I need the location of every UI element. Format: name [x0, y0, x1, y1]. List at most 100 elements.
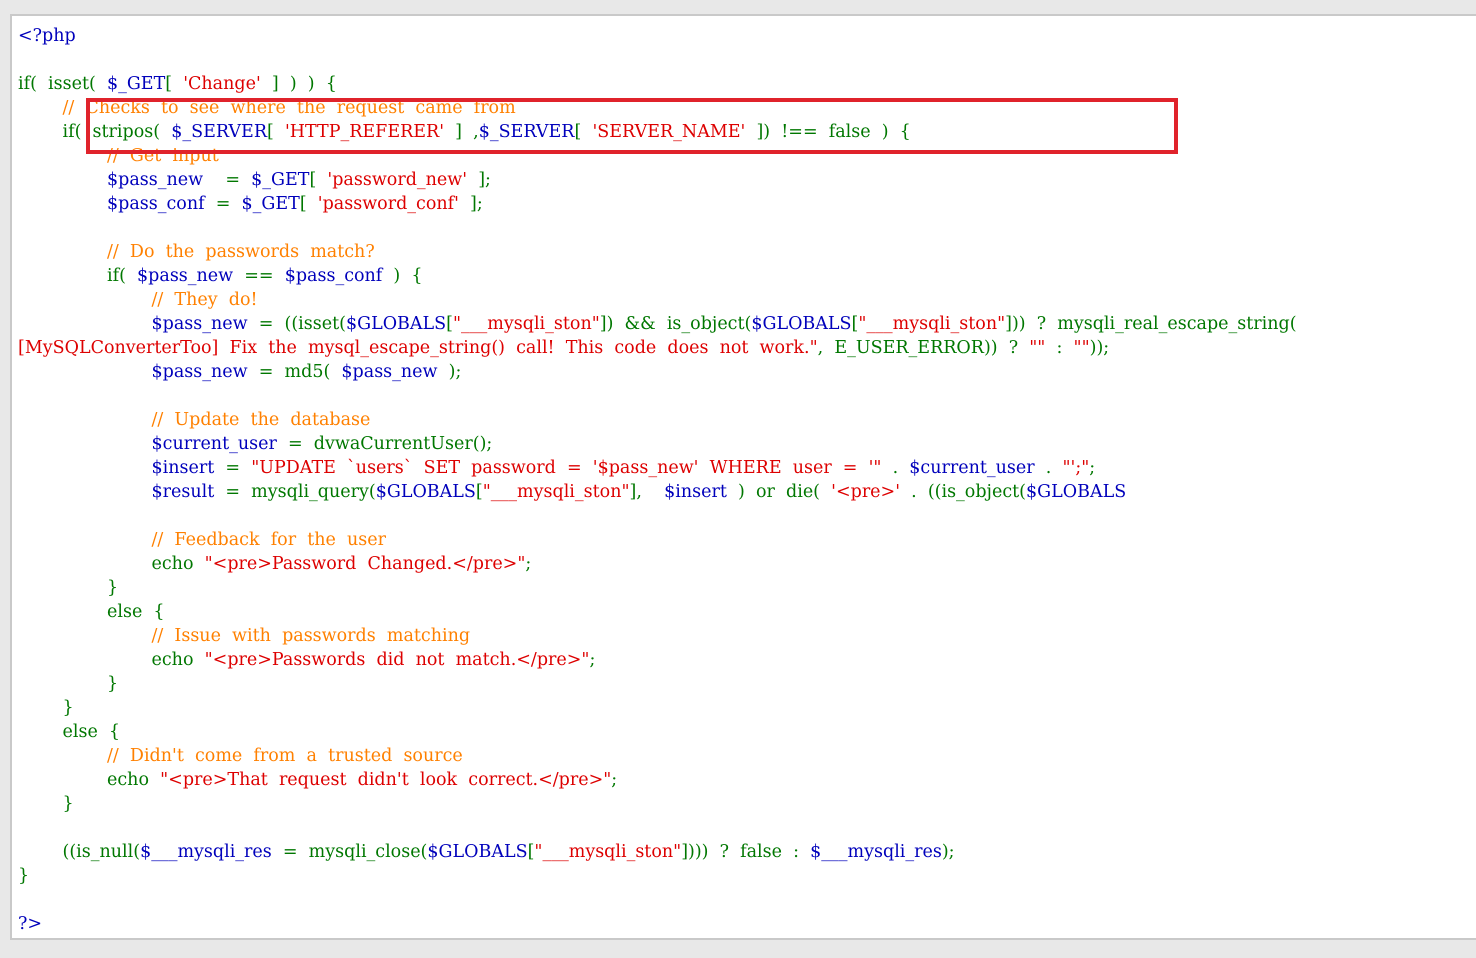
code-token: ])) ? mysqli_real_escape_string( — [1005, 314, 1297, 334]
code-line: } — [18, 864, 1476, 888]
code-token: = ((isset( — [247, 314, 346, 334]
code-token: $___mysqli_res — [810, 842, 942, 862]
code-token: // They do! — [151, 290, 258, 310]
code-token: if( isset( — [18, 74, 107, 94]
code-token: "___mysqli_ston" — [482, 482, 630, 502]
code-token: ] , — [444, 122, 479, 142]
code-token: 'Change' — [183, 74, 261, 94]
code-line: ​ — [18, 48, 1476, 72]
code-token: } — [62, 794, 74, 814]
code-token: $pass_new — [151, 362, 248, 382]
code-token: $pass_new — [137, 266, 234, 286]
code-token: 'SERVER_NAME' — [592, 122, 746, 142]
code-token: $current_user — [909, 458, 1035, 478]
code-token: = — [204, 194, 242, 214]
code-line: ​ — [18, 816, 1476, 840]
code-token: '<pre>' — [831, 482, 901, 502]
code-token: // Didn't come from a trusted source — [107, 746, 463, 766]
code-line: // Checks to see where the request came … — [18, 96, 1476, 120]
code-token: = — [203, 170, 252, 190]
code-line: <?php — [18, 24, 1476, 48]
code-token: // Get input — [107, 146, 219, 166]
code-token: = mysqli_query( — [214, 482, 376, 502]
code-token: echo — [107, 770, 161, 790]
php-source-code: <?php​if( isset( $_GET[ 'Change' ] ) ) {… — [18, 24, 1476, 938]
code-line: echo "<pre>Password Changed.</pre>"; — [18, 552, 1476, 576]
code-token: "" — [1073, 338, 1090, 358]
code-token: $pass_conf — [284, 266, 383, 286]
code-line: // Do the passwords match? — [18, 240, 1476, 264]
code-token: $GLOBALS — [375, 482, 476, 502]
code-token: = dvwaCurrentUser(); — [276, 434, 493, 454]
code-token: $_SERVER — [171, 122, 267, 142]
code-token: "UPDATE `users` SET password = '$pass_ne… — [251, 458, 882, 478]
code-token: [ — [267, 122, 285, 142]
code-token: "';" — [1062, 458, 1090, 478]
code-token: "<pre>Passwords did not match.</pre>" — [204, 650, 590, 670]
code-line: // Feedback for the user — [18, 528, 1476, 552]
code-token: else { — [107, 602, 165, 622]
code-token: $insert — [151, 458, 215, 478]
code-token: 'password_conf' — [317, 194, 459, 214]
code-token: ); — [941, 842, 955, 862]
code-line: ​ — [18, 216, 1476, 240]
code-token: // Issue with passwords matching — [151, 626, 471, 646]
code-token: else { — [62, 722, 121, 742]
code-token: $GLOBALS — [345, 314, 447, 334]
code-token: ]) && is_object( — [599, 314, 752, 334]
code-line: ((is_null($___mysqli_res = mysqli_close(… — [18, 840, 1476, 864]
code-line: // Didn't come from a trusted source — [18, 744, 1476, 768]
code-token: . ((is_object( — [900, 482, 1026, 502]
code-token: ]; — [467, 170, 491, 190]
code-token: } — [107, 578, 119, 598]
code-token: [ — [299, 194, 318, 214]
code-token: [ — [309, 170, 328, 190]
code-line: } — [18, 576, 1476, 600]
code-token: "___mysqli_ston" — [534, 842, 682, 862]
code-token: $result — [151, 482, 215, 502]
code-token: ; — [1089, 458, 1096, 478]
code-token: . — [1034, 458, 1063, 478]
code-token: $GLOBALS — [427, 842, 528, 862]
code-line: echo "<pre>Passwords did not match.</pre… — [18, 648, 1476, 672]
code-token: ]))) ? false : — [681, 842, 811, 862]
code-token: echo — [151, 650, 205, 670]
code-token: $GLOBALS — [1026, 482, 1127, 502]
code-token: = — [214, 458, 252, 478]
code-token: ?> — [18, 914, 43, 934]
code-line: else { — [18, 720, 1476, 744]
code-line: else { — [18, 600, 1476, 624]
code-line: // Update the database — [18, 408, 1476, 432]
code-token: $pass_new — [151, 314, 248, 334]
code-token: echo — [151, 554, 205, 574]
code-token: ; — [611, 770, 618, 790]
code-token: <?php — [18, 26, 76, 46]
code-line: $current_user = dvwaCurrentUser(); — [18, 432, 1476, 456]
code-token: // Feedback for the user — [151, 530, 386, 550]
code-token: } — [107, 674, 119, 694]
code-token: [MySQLConverterToo] Fix the mysql_escape… — [18, 338, 818, 358]
code-token: $insert — [664, 482, 727, 502]
code-token: : — [1045, 338, 1074, 358]
code-token: $GLOBALS — [751, 314, 852, 334]
code-line: if( $pass_new == $pass_conf ) { — [18, 264, 1476, 288]
code-line: // Get input — [18, 144, 1476, 168]
code-token: } — [18, 866, 30, 886]
